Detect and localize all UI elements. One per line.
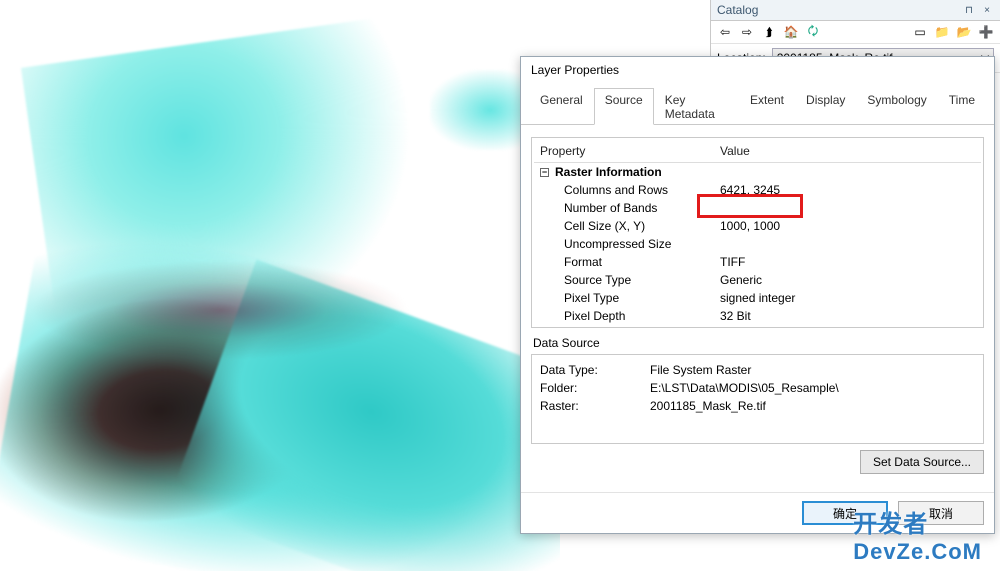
ds-row: Raster:2001185_Mask_Re.tif bbox=[540, 397, 975, 415]
prop-val: 1000, 1000 bbox=[714, 217, 981, 235]
col-property: Property bbox=[534, 140, 714, 163]
tab-extent[interactable]: Extent bbox=[739, 88, 795, 125]
tab-source[interactable]: Source bbox=[594, 88, 654, 125]
tab-general[interactable]: General bbox=[529, 88, 594, 125]
datasource-label: Data Source bbox=[533, 336, 984, 350]
collapse-icon[interactable]: − bbox=[540, 168, 549, 177]
prop-row: Pixel Depth32 Bit bbox=[534, 307, 981, 325]
cancel-button[interactable]: 取消 bbox=[898, 501, 984, 525]
prop-row: Pixel Typesigned integer bbox=[534, 289, 981, 307]
disconnect-icon[interactable]: 📂 bbox=[956, 24, 972, 40]
prop-val: TIFF bbox=[714, 253, 981, 271]
property-grid-frame: Property Value −Raster Information Colum… bbox=[531, 137, 984, 328]
prop-key: Number of Bands bbox=[534, 199, 714, 217]
raster-info-section[interactable]: −Raster Information bbox=[534, 163, 981, 182]
close-icon[interactable]: × bbox=[980, 3, 994, 17]
catalog-title-text: Catalog bbox=[717, 3, 958, 17]
map-canvas[interactable] bbox=[0, 0, 560, 571]
catalog-toolbar: ⇦ ⇨ ⮭ 🏠 🗘 ▭ 📁 📂 ➕ bbox=[711, 21, 1000, 44]
prop-key: Columns and Rows bbox=[534, 181, 714, 199]
tab-time[interactable]: Time bbox=[938, 88, 986, 125]
catalog-titlebar: Catalog ⊓ × bbox=[711, 0, 1000, 21]
tab-display[interactable]: Display bbox=[795, 88, 856, 125]
prop-row: Cell Size (X, Y)1000, 1000 bbox=[534, 217, 981, 235]
sync-icon[interactable]: 🗘 bbox=[805, 24, 821, 40]
up-icon[interactable]: ⮭ bbox=[761, 24, 777, 40]
prop-row: FormatTIFF bbox=[534, 253, 981, 271]
tab-source-body: Property Value −Raster Information Colum… bbox=[521, 125, 994, 492]
ds-key: Raster: bbox=[540, 397, 650, 415]
prop-key: Format bbox=[534, 253, 714, 271]
ds-val: E:\LST\Data\MODIS\05_Resample\ bbox=[650, 379, 839, 397]
prop-key: Uncompressed Size bbox=[534, 235, 714, 253]
prop-key: Cell Size (X, Y) bbox=[534, 217, 714, 235]
ds-row: Folder:E:\LST\Data\MODIS\05_Resample\ bbox=[540, 379, 975, 397]
prop-val: 32 Bit bbox=[714, 307, 981, 325]
prop-row: Uncompressed Size bbox=[534, 235, 981, 253]
toggle-icon[interactable]: ▭ bbox=[912, 24, 928, 40]
ds-key: Folder: bbox=[540, 379, 650, 397]
ok-button[interactable]: 确定 bbox=[802, 501, 888, 525]
fwd-icon[interactable]: ⇨ bbox=[739, 24, 755, 40]
pin-icon[interactable]: ⊓ bbox=[962, 3, 976, 17]
prop-row: Source TypeGeneric bbox=[534, 271, 981, 289]
back-icon[interactable]: ⇦ bbox=[717, 24, 733, 40]
prop-val: signed integer bbox=[714, 289, 981, 307]
tab-symbology[interactable]: Symbology bbox=[856, 88, 937, 125]
datasource-box: Data Type:File System Raster Folder:E:\L… bbox=[531, 354, 984, 444]
dialog-title: Layer Properties bbox=[521, 57, 994, 87]
ds-val: 2001185_Mask_Re.tif bbox=[650, 397, 766, 415]
prop-key: Source Type bbox=[534, 271, 714, 289]
highlight-cell-size bbox=[697, 194, 803, 218]
tab-key-metadata[interactable]: Key Metadata bbox=[654, 88, 739, 125]
dialog-footer: 确定 取消 bbox=[521, 492, 994, 533]
add-icon[interactable]: ➕ bbox=[978, 24, 994, 40]
col-value: Value bbox=[714, 140, 981, 163]
ds-val: File System Raster bbox=[650, 361, 751, 379]
home-icon[interactable]: 🏠 bbox=[783, 24, 799, 40]
prop-key: Pixel Depth bbox=[534, 307, 714, 325]
dialog-tabs: General Source Key Metadata Extent Displ… bbox=[521, 87, 994, 125]
connect-icon[interactable]: 📁 bbox=[934, 24, 950, 40]
set-data-source-button[interactable]: Set Data Source... bbox=[860, 450, 984, 474]
prop-val bbox=[714, 235, 981, 253]
ds-key: Data Type: bbox=[540, 361, 650, 379]
prop-val: Generic bbox=[714, 271, 981, 289]
layer-properties-dialog: Layer Properties General Source Key Meta… bbox=[520, 56, 995, 534]
prop-key: Pixel Type bbox=[534, 289, 714, 307]
property-grid: Property Value −Raster Information Colum… bbox=[534, 140, 981, 325]
ds-row: Data Type:File System Raster bbox=[540, 361, 975, 379]
